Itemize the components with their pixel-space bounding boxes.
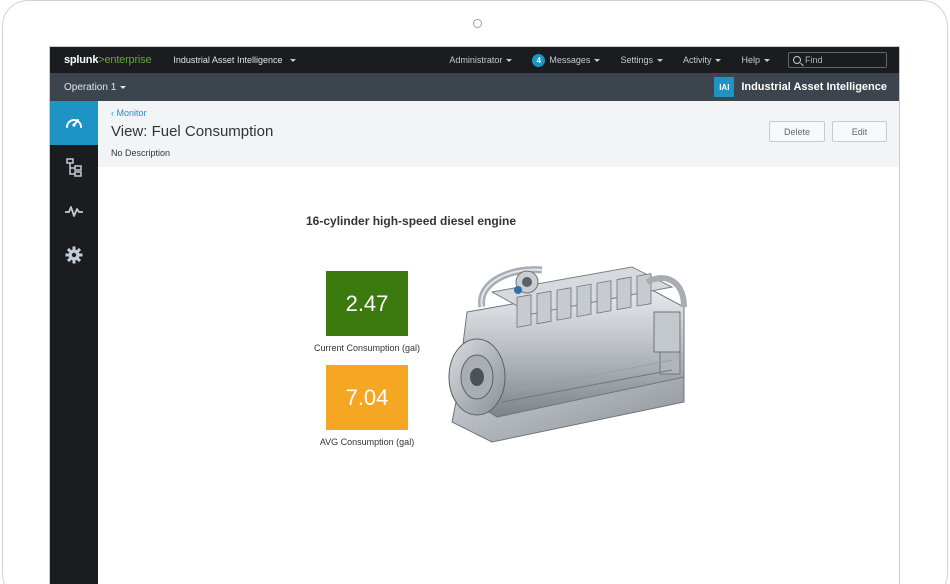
- app-name: Industrial Asset Intelligence: [741, 81, 887, 93]
- camera-dot: [473, 19, 482, 28]
- screen: splunk>enterprise Industrial Asset Intel…: [49, 46, 900, 584]
- top-nav-bar: splunk>enterprise Industrial Asset Intel…: [50, 47, 899, 73]
- chevron-down-icon: [506, 58, 513, 62]
- app-bar: Operation 1 IAI Industrial Asset Intelli…: [50, 73, 899, 101]
- chevron-down-icon: [764, 58, 770, 62]
- iai-app-icon: IAI: [714, 77, 735, 97]
- page-description: No Description: [111, 148, 171, 158]
- administrator-menu[interactable]: Administrator: [439, 55, 522, 65]
- speedometer-icon: [66, 119, 82, 128]
- hierarchy-tree-icon: [66, 158, 82, 177]
- find-input[interactable]: [805, 55, 879, 65]
- dashboard-title: 16-cylinder high-speed diesel engine: [306, 214, 517, 228]
- chevron-down-icon: [715, 58, 722, 62]
- chevron-down-icon: [656, 58, 663, 62]
- settings-menu[interactable]: Settings: [610, 55, 673, 65]
- operation-menu[interactable]: Operation 1: [64, 81, 127, 93]
- app-brand[interactable]: IAI Industrial Asset Intelligence: [714, 77, 887, 97]
- search-icon: [793, 56, 801, 64]
- operation-label: Operation 1: [64, 81, 117, 93]
- help-menu[interactable]: Help: [731, 55, 780, 65]
- nav-monitor[interactable]: [50, 101, 98, 145]
- messages-count-badge: 4: [532, 53, 546, 67]
- nav-activity[interactable]: [50, 189, 98, 233]
- chevron-down-icon: [594, 58, 601, 62]
- find-box[interactable]: [788, 52, 887, 68]
- app-menu[interactable]: Industrial Asset Intelligence: [173, 55, 297, 65]
- nav-settings[interactable]: [50, 233, 98, 277]
- chevron-down-icon: [120, 85, 127, 89]
- top-nav-right: Administrator 4 Messages Settings Activi…: [439, 47, 899, 73]
- breadcrumb-monitor[interactable]: ‹ Monitor: [111, 108, 147, 118]
- current-consumption-label: Current Consumption (gal): [313, 343, 421, 353]
- current-consumption-value: 2.47: [326, 271, 408, 336]
- delete-button[interactable]: Delete: [769, 121, 825, 142]
- avg-consumption-label: AVG Consumption (gal): [319, 437, 415, 447]
- breadcrumb-label: Monitor: [116, 108, 147, 118]
- splunk-logo[interactable]: splunk>enterprise: [64, 54, 152, 66]
- messages-menu[interactable]: 4 Messages: [522, 53, 610, 67]
- avg-consumption-value: 7.04: [326, 365, 408, 430]
- content-header: ‹ Monitor View: Fuel Consumption No Desc…: [98, 101, 899, 167]
- activity-menu[interactable]: Activity: [673, 55, 732, 65]
- settings-label: Settings: [620, 55, 653, 65]
- messages-label: Messages: [549, 55, 591, 65]
- activity-label: Activity: [682, 55, 712, 65]
- help-label: Help: [741, 55, 760, 65]
- edit-button[interactable]: Edit: [832, 121, 887, 142]
- administrator-label: Administrator: [449, 55, 503, 65]
- side-nav: [50, 101, 98, 584]
- nav-hierarchy[interactable]: [50, 145, 98, 189]
- gear-icon: [65, 246, 83, 264]
- pulse-activity-icon: [65, 206, 83, 217]
- chevron-down-icon: [290, 58, 297, 62]
- diesel-engine-image: [448, 266, 687, 443]
- page-title: View: Fuel Consumption: [111, 123, 274, 140]
- logo-suffix: enterprise: [104, 54, 152, 66]
- app-menu-label: Industrial Asset Intelligence: [173, 55, 283, 65]
- logo-main: splunk: [64, 54, 99, 66]
